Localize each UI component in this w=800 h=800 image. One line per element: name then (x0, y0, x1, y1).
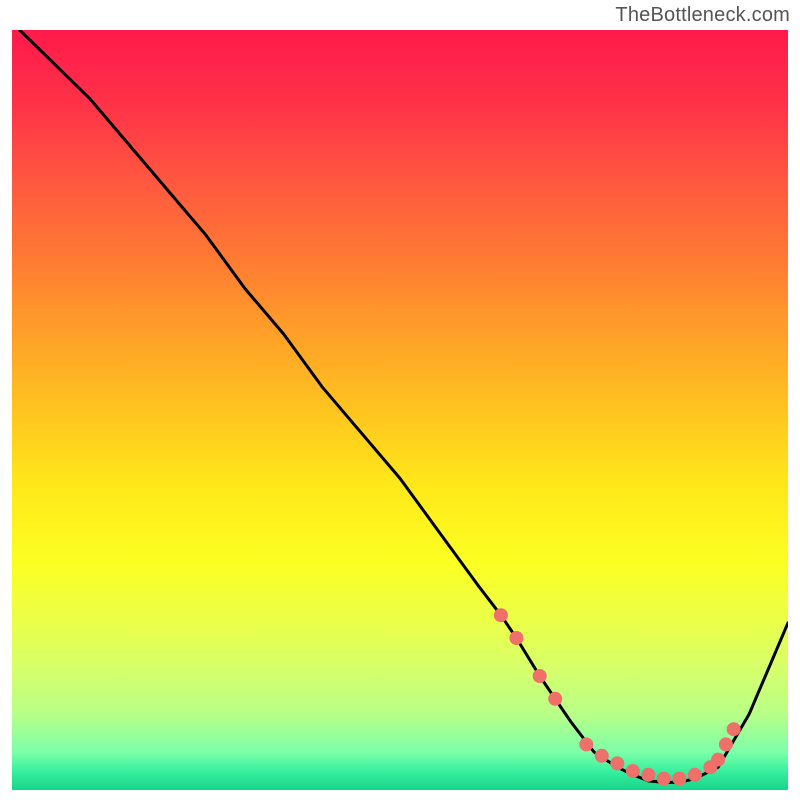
highlight-dot (626, 764, 640, 778)
highlight-dot (494, 608, 508, 622)
highlight-dot (595, 749, 609, 763)
highlight-dot (610, 756, 624, 770)
highlight-dot (641, 768, 655, 782)
highlight-dot (657, 772, 671, 786)
highlight-dot (548, 692, 562, 706)
highlight-dot (533, 669, 547, 683)
highlight-dot (579, 737, 593, 751)
highlight-dot (719, 737, 733, 751)
highlight-dot (711, 753, 725, 767)
watermark-text: TheBottleneck.com (615, 4, 790, 27)
highlight-dot (509, 631, 523, 645)
highlight-dot (727, 722, 741, 736)
highlight-dot (688, 768, 702, 782)
chart-svg (0, 0, 800, 800)
chart-container: TheBottleneck.com (0, 0, 800, 800)
highlight-dot (672, 772, 686, 786)
